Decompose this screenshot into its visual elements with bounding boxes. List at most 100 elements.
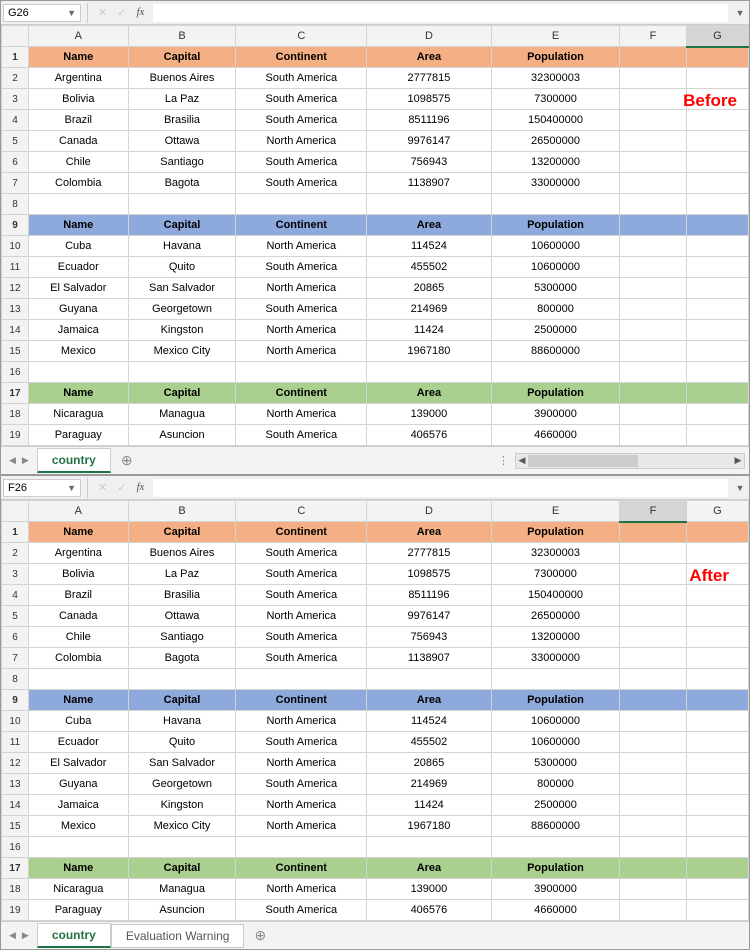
table-row: 17NameCapitalContinentAreaPopulation bbox=[2, 383, 749, 404]
table-row: 11EcuadorQuitoSouth America4555021060000… bbox=[2, 732, 749, 753]
table-row: 6ChileSantiagoSouth America7569431320000… bbox=[2, 627, 749, 648]
column-header-row[interactable]: A B C D E F G bbox=[2, 26, 749, 47]
name-box-dropdown-icon[interactable]: ▼ bbox=[67, 8, 76, 18]
col-header-D[interactable]: D bbox=[367, 26, 492, 47]
table-row: 9NameCapitalContinentAreaPopulation bbox=[2, 690, 749, 711]
table-row: 12El SalvadorSan SalvadorNorth America20… bbox=[2, 753, 749, 774]
col-header-F[interactable]: F bbox=[620, 26, 686, 47]
table-row: 3BoliviaLa PazSouth America1098575730000… bbox=[2, 564, 749, 585]
tab-split-icon[interactable]: ⋮ bbox=[498, 454, 509, 467]
before-panel: G26 ▼ ✕ ✓ fx ▼ Before A B C D E F G bbox=[0, 0, 750, 475]
prev-tab-icon[interactable]: ◀ bbox=[9, 455, 16, 466]
table-row: 6ChileSantiagoSouth America7569431320000… bbox=[2, 152, 749, 173]
col-header-G[interactable]: G bbox=[686, 501, 748, 522]
formula-bar: F26 ▼ ✕ ✓ fx ▼ bbox=[1, 476, 749, 500]
name-box-dropdown-icon[interactable]: ▼ bbox=[67, 483, 76, 493]
cell-reference: G26 bbox=[8, 7, 29, 19]
table-row: 8 bbox=[2, 669, 749, 690]
after-label: After bbox=[689, 566, 729, 586]
accept-icon: ✓ bbox=[117, 6, 126, 19]
col-header-A[interactable]: A bbox=[28, 501, 128, 522]
table-row: 3BoliviaLa PazSouth America1098575730000… bbox=[2, 89, 749, 110]
table-row: 5CanadaOttawaNorth America99761472650000… bbox=[2, 131, 749, 152]
table-row: 10CubaHavanaNorth America11452410600000 bbox=[2, 711, 749, 732]
select-all-corner[interactable] bbox=[2, 501, 29, 522]
scroll-left-icon[interactable]: ◀ bbox=[516, 455, 528, 466]
table-row: 7ColombiaBagotaSouth America113890733000… bbox=[2, 648, 749, 669]
sheet-tab-bar: ◀▶ country Evaluation Warning ⊕ bbox=[1, 921, 749, 949]
scroll-right-icon[interactable]: ▶ bbox=[732, 455, 744, 466]
table-row: 9NameCapitalContinentAreaPopulation bbox=[2, 215, 749, 236]
col-header-D[interactable]: D bbox=[367, 501, 492, 522]
col-header-G[interactable]: G bbox=[686, 26, 748, 47]
tab-nav[interactable]: ◀▶ bbox=[1, 455, 37, 466]
col-header-B[interactable]: B bbox=[128, 501, 236, 522]
table-row: 19ParaguayAsuncionSouth America406576466… bbox=[2, 425, 749, 446]
table-row: 18NicaraguaManaguaNorth America139000390… bbox=[2, 404, 749, 425]
col-header-F[interactable]: F bbox=[620, 501, 686, 522]
name-box[interactable]: G26 ▼ bbox=[3, 4, 81, 22]
formula-bar: G26 ▼ ✕ ✓ fx ▼ bbox=[1, 1, 749, 25]
table-row: 1NameCapitalContinentAreaPopulation bbox=[2, 522, 749, 543]
sheet-tab-country[interactable]: country bbox=[37, 448, 111, 473]
separator bbox=[87, 478, 88, 498]
col-header-A[interactable]: A bbox=[28, 26, 128, 47]
next-tab-icon[interactable]: ▶ bbox=[22, 930, 29, 941]
row-header[interactable]: 1 bbox=[2, 47, 29, 68]
cell-reference: F26 bbox=[8, 482, 27, 494]
table-row: 16 bbox=[2, 362, 749, 383]
prev-tab-icon[interactable]: ◀ bbox=[9, 930, 16, 941]
col-header-C[interactable]: C bbox=[236, 501, 367, 522]
tab-nav[interactable]: ◀▶ bbox=[1, 930, 37, 941]
fx-icon[interactable]: fx bbox=[136, 481, 144, 494]
after-panel: F26 ▼ ✕ ✓ fx ▼ After A B C D E F G bbox=[0, 475, 750, 950]
table-row: 11EcuadorQuitoSouth America4555021060000… bbox=[2, 257, 749, 278]
col-header-B[interactable]: B bbox=[128, 26, 236, 47]
table-row: 10CubaHavanaNorth America11452410600000 bbox=[2, 236, 749, 257]
before-label: Before bbox=[683, 91, 737, 111]
table-row: 13GuyanaGeorgetownSouth America214969800… bbox=[2, 299, 749, 320]
add-sheet-button[interactable]: ⊕ bbox=[244, 927, 276, 944]
separator bbox=[87, 3, 88, 23]
table-row: 2ArgentinaBuenos AiresSouth America27778… bbox=[2, 543, 749, 564]
table-row: 19ParaguayAsuncionSouth America406576466… bbox=[2, 900, 749, 921]
select-all-corner[interactable] bbox=[2, 26, 29, 47]
table-row: 15MexicoMexico CityNorth America19671808… bbox=[2, 341, 749, 362]
column-header-row[interactable]: A B C D E F G bbox=[2, 501, 749, 522]
next-tab-icon[interactable]: ▶ bbox=[22, 455, 29, 466]
table-row: 15MexicoMexico CityNorth America19671808… bbox=[2, 816, 749, 837]
sheet-tab-bar: ◀▶ country ⊕ ⋮ ◀ ▶ bbox=[1, 446, 749, 474]
table-row: 13GuyanaGeorgetownSouth America214969800… bbox=[2, 774, 749, 795]
formula-expand-icon[interactable]: ▼ bbox=[731, 483, 749, 493]
table-row: 4BrazilBrasiliaSouth America851119615040… bbox=[2, 110, 749, 131]
accept-icon: ✓ bbox=[117, 481, 126, 494]
formula-input[interactable] bbox=[152, 478, 729, 498]
formula-buttons: ✕ ✓ fx bbox=[92, 6, 150, 19]
col-header-E[interactable]: E bbox=[491, 26, 620, 47]
cancel-icon: ✕ bbox=[98, 481, 107, 494]
formula-expand-icon[interactable]: ▼ bbox=[731, 8, 749, 18]
horizontal-scroll-area: ⋮ ◀ ▶ bbox=[143, 453, 749, 469]
col-header-C[interactable]: C bbox=[236, 26, 367, 47]
table-row: 7ColombiaBagotaSouth America113890733000… bbox=[2, 173, 749, 194]
table-row: 4BrazilBrasiliaSouth America851119615040… bbox=[2, 585, 749, 606]
after-grid[interactable]: After A B C D E F G 1NameCapitalContinen… bbox=[1, 500, 749, 921]
fx-icon[interactable]: fx bbox=[136, 6, 144, 19]
name-box[interactable]: F26 ▼ bbox=[3, 479, 81, 497]
table-row: 12El SalvadorSan SalvadorNorth America20… bbox=[2, 278, 749, 299]
table-row: 14JamaicaKingstonNorth America1142425000… bbox=[2, 320, 749, 341]
scrollbar-thumb[interactable] bbox=[528, 455, 638, 467]
table-row: 2ArgentinaBuenos AiresSouth America27778… bbox=[2, 68, 749, 89]
horizontal-scrollbar[interactable]: ◀ ▶ bbox=[515, 453, 745, 469]
table-row: 18NicaraguaManaguaNorth America139000390… bbox=[2, 879, 749, 900]
table-row: 14JamaicaKingstonNorth America1142425000… bbox=[2, 795, 749, 816]
before-grid[interactable]: Before A B C D E F G 1NameCapitalContine… bbox=[1, 25, 749, 446]
cancel-icon: ✕ bbox=[98, 6, 107, 19]
col-header-E[interactable]: E bbox=[491, 501, 620, 522]
sheet-tab-evaluation-warning[interactable]: Evaluation Warning bbox=[111, 924, 245, 948]
table-row: 1NameCapitalContinentAreaPopulation bbox=[2, 47, 749, 68]
table-row: 8 bbox=[2, 194, 749, 215]
sheet-tab-country[interactable]: country bbox=[37, 923, 111, 948]
formula-input[interactable] bbox=[152, 3, 729, 23]
add-sheet-button[interactable]: ⊕ bbox=[111, 452, 143, 469]
